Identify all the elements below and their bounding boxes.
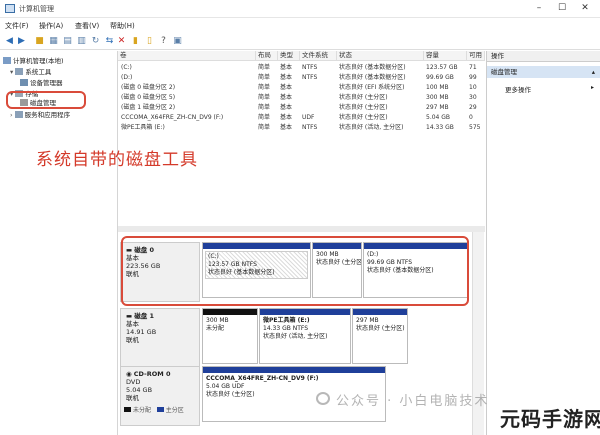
maximize-icon[interactable]: ☐ [551,2,573,15]
help-icon[interactable]: ? [158,36,169,46]
tree-root[interactable]: 计算机管理(本地) [3,55,64,65]
collapse-icon: ▴ [591,68,595,76]
window-title: 计算机管理 [19,5,54,13]
table-row[interactable]: (磁盘 0 磁盘分区 5) 简单 基本 状态良好 (主分区) 300 MB 30 [118,93,485,103]
table-row[interactable]: CCCOMA_X64FRE_ZH-CN_DV9 (F:) 简单 基本 UDF 状… [118,113,485,123]
chevron-right-icon: ▸ [591,84,595,91]
computer-management-icon [5,4,15,13]
watermark: 公众号 · 小白电脑技术 [336,394,490,409]
disk-management-callout [6,91,86,109]
menu-action[interactable]: 操作(A) [39,21,63,31]
delete-icon[interactable]: ✕ [116,36,127,46]
view-icon[interactable]: ▣ [172,36,183,46]
tree-system-tools[interactable]: ▾ 系统工具 [10,66,51,76]
back-icon[interactable]: ◀ [4,36,15,46]
wechat-icon [316,392,330,405]
minimize-icon[interactable]: – [528,2,550,15]
primary-swatch [156,407,164,412]
actions-header: 操作 [487,51,600,62]
connect-icon[interactable]: ⇆ [104,36,115,46]
disk-0-callout [121,236,469,306]
device-manager-icon [20,79,28,86]
menu-view[interactable]: 查看(V) [75,21,99,31]
properties-icon[interactable]: ▤ [62,36,73,46]
partition-unallocated[interactable]: 300 MB 未分配 [202,308,258,364]
list-view-icon[interactable]: ▦ [48,36,59,46]
actions-pane: 操作 磁盘管理 ▴ 更多操作 ▸ [486,51,600,435]
column-type[interactable]: 类型 [278,51,300,61]
column-status[interactable]: 状态 [337,51,424,61]
disk-1: ▬ 磁盘 1 基本 14.91 GB 联机 300 MB 未分配 微PE工具箱 … [118,308,472,368]
unallocated-swatch [124,407,131,412]
new-icon[interactable]: ▮ [130,36,141,46]
services-icon [14,111,23,118]
legend: 未分配 主分区 [124,405,184,414]
table-row[interactable]: (D:) 简单 基本 NTFS 状态良好 (基本数据分区) 99.69 GB 9… [118,73,485,83]
refresh-icon[interactable]: ↻ [90,36,101,46]
table-row[interactable]: (磁盘 1 磁盘分区 2) 简单 基本 状态良好 (主分区) 297 MB 29 [118,103,485,113]
partition-e[interactable]: 微PE工具箱 (E:) 14.33 GB NTFS 状态良好 (活动, 主分区) [259,308,351,364]
close-icon[interactable]: ✕ [574,2,596,15]
column-free[interactable]: 可用 [467,51,485,61]
table-row[interactable]: (C:) 简单 基本 NTFS 状态良好 (基本数据分区) 123.57 GB … [118,63,485,73]
more-actions[interactable]: 更多操作 [505,84,531,94]
tree-services[interactable]: › 服务和应用程序 [10,109,70,119]
annotation-label: 系统自带的磁盘工具 [36,150,198,170]
brand-logo: 元码手游网 [500,407,600,431]
cd-icon: ◉ [126,370,134,378]
actions-section[interactable]: 磁盘管理 ▴ [487,66,600,78]
menu-bar: 文件(F) 操作(A) 查看(V) 帮助(H) [0,18,600,33]
disk-icon: ▬ [126,312,135,320]
column-volume[interactable]: 卷 [118,51,256,61]
column-layout[interactable]: 布局 [256,51,278,61]
partition-disk1-2[interactable]: 297 MB 状态良好 (主分区) [352,308,408,364]
open-icon[interactable]: ▯ [144,36,155,46]
title-bar: 计算机管理 – ☐ ✕ [0,0,600,18]
details-icon[interactable]: ▥ [76,36,87,46]
tree-device-manager[interactable]: 设备管理器 [20,77,63,87]
disk-1-label[interactable]: ▬ 磁盘 1 基本 14.91 GB 联机 [120,308,200,368]
computer-icon [3,57,11,64]
toolbar: ◀ ▶ ■ ▦ ▤ ▥ ↻ ⇆ ✕ ▮ ▯ ? ▣ [0,33,600,50]
table-row[interactable]: (磁盘 0 磁盘分区 2) 简单 基本 状态良好 (EFI 系统分区) 100 … [118,83,485,93]
menu-help[interactable]: 帮助(H) [110,21,135,31]
column-capacity[interactable]: 容量 [424,51,467,61]
tools-icon [15,68,24,75]
folder-icon[interactable]: ■ [34,36,45,46]
forward-icon[interactable]: ▶ [16,36,27,46]
cdrom-0-label[interactable]: ◉ CD-ROM 0 DVD 5.04 GB 联机 [120,366,200,426]
table-row[interactable]: 微PE工具箱 (E:) 简单 基本 NTFS 状态良好 (活动, 主分区) 14… [118,123,485,133]
menu-file[interactable]: 文件(F) [5,21,29,31]
column-filesystem[interactable]: 文件系统 [300,51,337,61]
